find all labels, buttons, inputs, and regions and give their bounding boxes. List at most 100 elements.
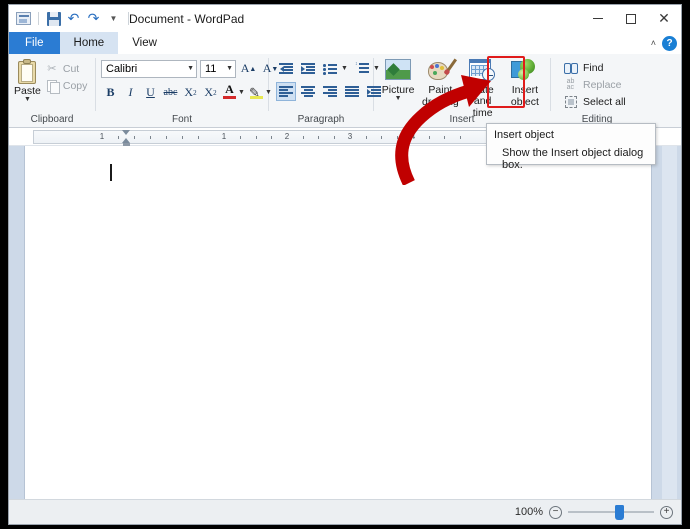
increase-indent-icon (301, 63, 315, 74)
font-family-select[interactable]: Calibri ▼ (101, 59, 197, 78)
text-color-dropdown-icon[interactable]: ▼ (238, 89, 245, 96)
document-area[interactable] (9, 146, 681, 499)
window-title: Document - WordPad (129, 11, 245, 26)
ruler-number: 1 (99, 132, 105, 141)
tooltip-description: Show the Insert object dialog box. (502, 147, 644, 171)
copy-button[interactable]: Copy (41, 77, 92, 94)
status-bar: 100% − + (9, 499, 681, 524)
insert-date-time-button[interactable]: Date and time (463, 57, 503, 119)
align-center-button[interactable] (298, 82, 318, 101)
insert-object-label-1: Insert (511, 84, 538, 96)
text-color-button[interactable]: A (221, 83, 238, 102)
picture-icon (384, 59, 412, 84)
document-page[interactable] (25, 146, 651, 499)
highlight-button[interactable] (248, 83, 265, 102)
minimize-button[interactable] (581, 5, 614, 32)
help-icon[interactable]: ? (662, 35, 677, 51)
paste-icon (16, 59, 38, 85)
zoom-slider-thumb[interactable] (615, 504, 624, 520)
grow-font-label: A (240, 61, 250, 75)
qat-separator (38, 12, 39, 25)
paste-button[interactable]: Paste ▼ (14, 57, 41, 103)
chevron-up-icon[interactable]: ˄ (651, 38, 656, 48)
find-button[interactable]: Find (559, 59, 607, 76)
ruler-number: 2 (284, 132, 290, 141)
zoom-level-label: 100% (514, 506, 543, 518)
insert-object-label-2: object (510, 96, 539, 108)
justify-icon (345, 86, 359, 97)
customize-qat-icon[interactable]: ▼ (105, 10, 122, 27)
indent-marker[interactable] (122, 130, 131, 146)
insert-object-button[interactable]: Insert object (505, 57, 545, 108)
insert-paint-drawing-button[interactable]: Paint drawing (420, 57, 460, 108)
replace-label: Replace (583, 78, 622, 91)
subscript-label: X (184, 85, 194, 99)
quick-access-toolbar: ↶ ↶ ▼ (9, 10, 132, 27)
bullet-list-icon (323, 63, 337, 75)
replace-icon: ab ac (566, 77, 575, 91)
find-label: Find (583, 61, 604, 74)
close-button[interactable]: ✕ (647, 5, 681, 32)
maximize-icon (625, 13, 636, 24)
line-spacing-icon: ↕ (355, 62, 369, 74)
paint-palette-icon (427, 58, 457, 84)
replace-button[interactable]: ab ac Replace (559, 76, 626, 93)
maximize-button[interactable] (614, 5, 647, 32)
strikethrough-button[interactable]: abc (161, 83, 180, 102)
wordpad-app-icon[interactable] (15, 10, 32, 27)
insert-object-icon (511, 59, 538, 84)
superscript-label: X (204, 85, 214, 99)
align-right-icon (323, 86, 337, 97)
chevron-down-icon: ▼ (187, 65, 194, 72)
copy-label: Copy (62, 79, 88, 92)
tab-view[interactable]: View (118, 32, 171, 54)
ruler-number: 4 (410, 132, 416, 141)
paint-drawing-label-1: Paint (428, 84, 453, 96)
zoom-out-button[interactable]: − (549, 505, 562, 519)
font-size-select[interactable]: 11 ▼ (200, 59, 236, 78)
paint-drawing-label-2: drawing (421, 96, 459, 108)
subscript-button[interactable]: X2 (181, 83, 200, 102)
select-all-icon (563, 95, 578, 109)
ribbon-tabs: File Home View ˄ ? (9, 32, 681, 54)
chevron-down-icon: ▼ (226, 65, 233, 72)
redo-icon[interactable]: ↶ (85, 10, 102, 27)
zoom-slider[interactable] (568, 504, 654, 520)
paste-dropdown-icon[interactable]: ▼ (24, 96, 31, 103)
align-left-button[interactable] (276, 82, 296, 101)
scissors-icon (45, 62, 59, 76)
vertical-scrollbar[interactable] (662, 146, 677, 499)
paragraph-group-label: Paragraph (297, 114, 345, 125)
group-insert: Picture ▼ Paint drawing Date and time In… (374, 54, 550, 127)
italic-button[interactable]: I (121, 83, 140, 102)
align-right-button[interactable] (320, 82, 340, 101)
resize-grip[interactable] (669, 512, 679, 522)
window-controls: ✕ (581, 5, 681, 32)
bullets-dropdown-icon[interactable]: ▼ (341, 65, 348, 72)
align-left-icon (279, 86, 293, 97)
group-paragraph: ▼ ↕ ▼ Paragraph (269, 54, 381, 127)
picture-dropdown-icon[interactable]: ▼ (395, 95, 402, 102)
decrease-indent-button[interactable] (276, 59, 296, 78)
underline-button[interactable]: U (141, 83, 160, 102)
tab-file[interactable]: File (9, 32, 60, 54)
undo-icon[interactable]: ↶ (65, 10, 82, 27)
increase-indent-button[interactable] (298, 59, 318, 78)
group-clipboard: Paste ▼ Cut Copy Clipboard (9, 54, 95, 127)
ruler-number: 1 (221, 132, 227, 141)
superscript-button[interactable]: X2 (201, 83, 220, 102)
bold-button[interactable]: B (101, 83, 120, 102)
insert-object-tooltip: Insert object Show the Insert object dia… (486, 123, 656, 171)
tab-home[interactable]: Home (59, 32, 119, 54)
grow-font-button[interactable]: A ▲ (239, 59, 258, 78)
cut-button[interactable]: Cut (41, 60, 92, 77)
insert-picture-button[interactable]: Picture ▼ (378, 57, 418, 102)
line-spacing-button[interactable]: ↕ (352, 59, 372, 78)
superscript-index: 2 (213, 88, 217, 97)
select-all-button[interactable]: Select all (559, 93, 630, 110)
justify-button[interactable] (342, 82, 362, 101)
ribbon-tabs-right: ˄ ? (651, 32, 677, 54)
calendar-clock-icon (469, 59, 496, 84)
bullets-button[interactable] (320, 59, 340, 78)
save-icon[interactable] (45, 10, 62, 27)
